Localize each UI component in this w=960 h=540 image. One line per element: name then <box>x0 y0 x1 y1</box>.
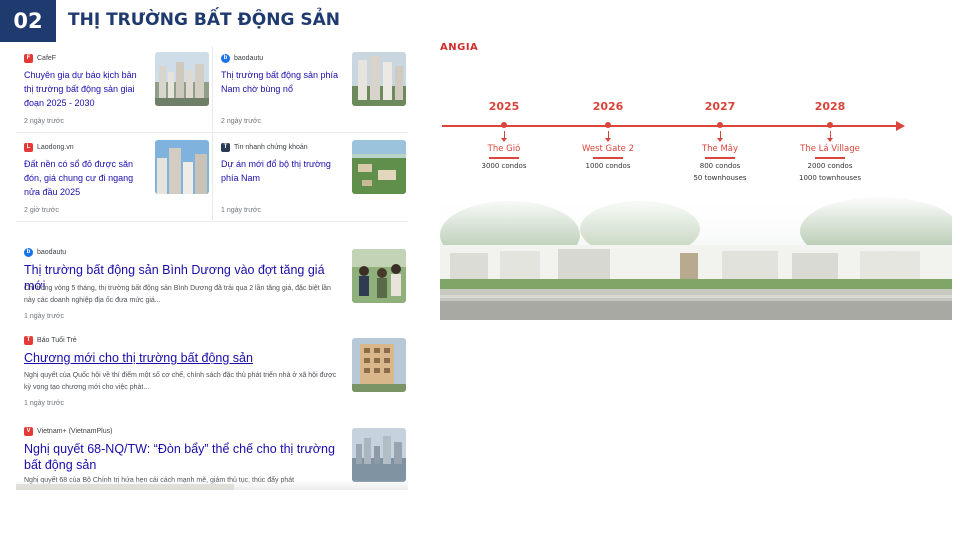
timeline-panel: ANGIA 2025 The Gió 3000 condos 2026 West… <box>440 40 952 320</box>
news-card-title[interactable]: Dự án mới đổ bộ thị trường phía Nam <box>221 157 345 185</box>
milestone-underline <box>593 157 623 159</box>
news-card[interactable]: F CafeF Chuyên gia dự báo kịch bản thị t… <box>16 46 209 132</box>
milestone-units: 800 condos <box>699 162 741 170</box>
city-harbor-thumbnail[interactable] <box>352 428 406 482</box>
timeline-milestone: 2028 The Lá Village 2000 condos 1000 tow… <box>785 100 875 182</box>
news-source: L Laodong.vn <box>24 143 74 152</box>
news-source: b baodautu <box>24 248 66 257</box>
milestone-project: The Gió <box>487 144 521 154</box>
baodautu-icon: b <box>221 54 230 63</box>
news-card[interactable]: L Laodong.vn Đất nền có sổ đỏ được săn đ… <box>16 135 209 221</box>
news-card-title[interactable]: Chuyên gia dự báo kịch bản thị trường bấ… <box>24 68 148 110</box>
grid-divider <box>16 221 408 222</box>
apartment-towers-thumbnail[interactable] <box>352 52 406 106</box>
grid-divider <box>16 132 408 133</box>
news-card-title[interactable]: Thị trường bất động sản phía Nam chờ bùn… <box>221 68 345 96</box>
news-result-time: 1 ngày trước <box>24 400 65 407</box>
timeline-arrow-icon <box>896 121 905 131</box>
news-source: b baodautu <box>221 54 263 63</box>
milestone-dot-icon <box>501 122 507 128</box>
news-result-snippet: Nghị quyết của Quốc hội về thí điểm một … <box>24 372 337 391</box>
news-card-title[interactable]: Đất nền có sổ đỏ được săn đón, giá chung… <box>24 157 148 199</box>
milestone-year: 2027 <box>704 100 736 113</box>
news-source-label: baodautu <box>37 249 67 256</box>
city-skyline-thumbnail[interactable] <box>155 52 209 106</box>
news-result-title[interactable]: Chương mới cho thị trường bất động sản <box>24 350 342 366</box>
milestone-units: 3000 condos <box>481 162 527 170</box>
milestone-year: 2028 <box>814 100 846 113</box>
news-source-label: Vietnam+ (VietnamPlus) <box>37 428 113 435</box>
news-card[interactable]: b baodautu Thị trường bất động sản phía … <box>213 46 406 132</box>
scroll-fade-bar <box>16 484 234 490</box>
milestone-units: 50 townhouses <box>693 174 747 182</box>
news-card-time: 1 ngày trước <box>221 207 262 214</box>
milestone-underline <box>705 157 735 159</box>
townhouse-photo <box>440 195 952 320</box>
news-result[interactable]: T Báo Tuổi Trẻ Chương mới cho thị trường… <box>16 336 408 416</box>
news-source-label: Laodong.vn <box>37 144 74 151</box>
milestone-units: 1000 townhouses <box>799 174 861 182</box>
milestone-units: 1000 condos <box>585 162 631 170</box>
aerial-resort-thumbnail[interactable] <box>352 140 406 194</box>
milestone-units: 2000 condos <box>807 162 853 170</box>
tinnhanh-icon: T <box>221 143 230 152</box>
news-source: V Vietnam+ (VietnamPlus) <box>24 427 112 436</box>
cafef-icon: F <box>24 54 33 63</box>
arrow-down-icon <box>605 138 611 142</box>
vietnamplus-icon: V <box>24 427 33 436</box>
milestone-dot-icon <box>605 122 611 128</box>
milestone-project: The Mây <box>701 144 739 154</box>
section-number-badge: 02 <box>0 0 56 42</box>
arrow-down-icon <box>717 138 723 142</box>
news-result-title[interactable]: Nghị quyết 68-NQ/TW: “Đòn bẩy” thể chế c… <box>24 441 342 473</box>
timeline-milestone: 2026 West Gate 2 1000 condos <box>563 100 653 170</box>
news-card-time: 2 giờ trước <box>24 207 59 214</box>
news-result-time: 1 ngày trước <box>24 313 65 320</box>
news-result[interactable]: b baodautu Thị trường bất động sản Bình … <box>16 248 408 328</box>
arrow-down-icon <box>827 138 833 142</box>
news-panel: F CafeF Chuyên gia dự báo kịch bản thị t… <box>16 44 408 490</box>
milestone-underline <box>489 157 519 159</box>
section-title: THỊ TRƯỜNG BẤT ĐỘNG SẢN <box>68 10 340 30</box>
tuoitre-icon: T <box>24 336 33 345</box>
milestone-year: 2025 <box>488 100 520 113</box>
condo-city-thumbnail[interactable] <box>155 140 209 194</box>
baodautu-icon: b <box>24 248 33 257</box>
news-source: T Báo Tuổi Trẻ <box>24 336 77 345</box>
milestone-dot-icon <box>717 122 723 128</box>
timeline-milestone: 2025 The Gió 3000 condos <box>459 100 549 170</box>
news-card[interactable]: T Tin nhanh chứng khoán Dự án mới đổ bộ … <box>213 135 406 221</box>
apartment-block-thumbnail[interactable] <box>352 338 406 392</box>
news-card-time: 2 ngày trước <box>221 118 262 125</box>
news-source: F CafeF <box>24 54 56 63</box>
milestone-underline <box>815 157 845 159</box>
timeline-milestone: 2027 The Mây 800 condos 50 townhouses <box>675 100 765 182</box>
news-source-label: Báo Tuổi Trẻ <box>37 337 77 344</box>
milestone-year: 2026 <box>592 100 624 113</box>
milestone-project: West Gate 2 <box>581 144 635 154</box>
milestone-dot-icon <box>827 122 833 128</box>
news-source-label: baodautu <box>234 55 264 62</box>
laodong-icon: L <box>24 143 33 152</box>
news-card-time: 2 ngày trước <box>24 118 65 125</box>
milestone-project: The Lá Village <box>800 144 860 154</box>
news-source-label: Tin nhanh chứng khoán <box>234 144 308 151</box>
news-source-label: CafeF <box>37 55 57 62</box>
arrow-down-icon <box>501 138 507 142</box>
angia-logo: ANGIA <box>440 42 479 53</box>
news-source: T Tin nhanh chứng khoán <box>221 143 308 152</box>
event-crowd-thumbnail[interactable] <box>352 249 406 303</box>
news-result-snippet: Chỉ trong vòng 5 tháng, thị trường bất đ… <box>24 285 331 304</box>
